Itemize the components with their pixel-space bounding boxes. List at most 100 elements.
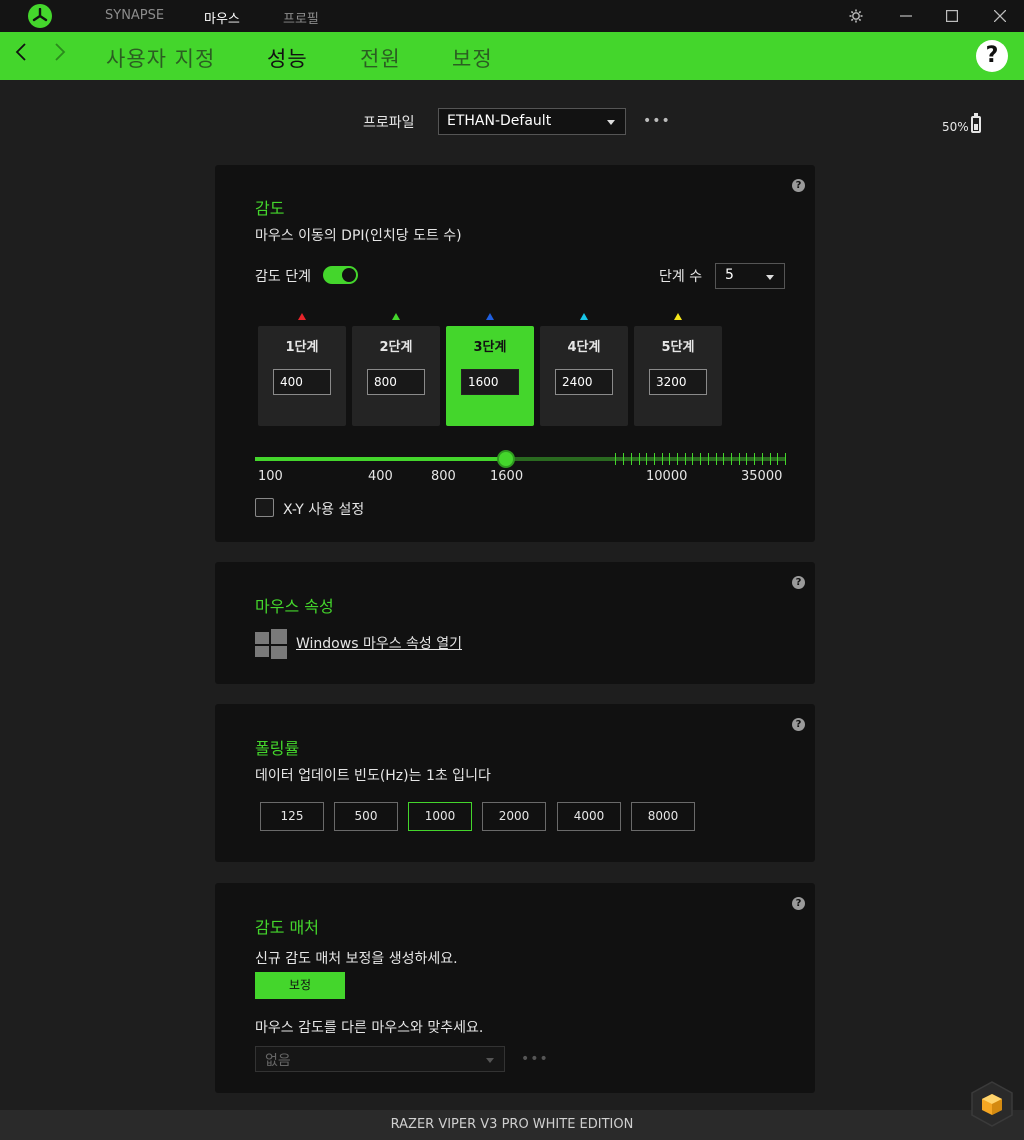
sensitivity-stages-label: 감도 단계 <box>255 269 311 285</box>
sensitivity-card: ? 감도 마우스 이동의 DPI(인치당 도트 수) 감도 단계 단계 수 5 … <box>215 165 815 542</box>
slider-tick <box>754 453 756 465</box>
windows-mouse-properties-link[interactable]: Windows 마우스 속성 열기 <box>296 633 462 653</box>
polling-option-2000[interactable]: 2000 <box>482 802 546 831</box>
slider-label-1600: 1600 <box>490 469 524 484</box>
slider-label-35000: 35000 <box>741 469 783 484</box>
stage-5-dpi-input[interactable]: 3200 <box>649 369 707 395</box>
match-mouse-value: 없음 <box>265 1053 291 1069</box>
stage-1-label: 1단계 <box>285 340 319 355</box>
stage-count-dropdown[interactable]: 5 <box>715 263 785 289</box>
forward-arrow-icon[interactable] <box>50 42 70 69</box>
stage-3-box[interactable]: 3단계 1600 <box>446 326 534 426</box>
chevron-down-icon <box>766 275 774 280</box>
slider-tick <box>661 453 663 465</box>
maximize-icon[interactable] <box>942 6 962 26</box>
device-name-bar: RAZER VIPER V3 PRO WHITE EDITION <box>0 1110 1024 1140</box>
slider-tick <box>638 453 640 465</box>
minimize-icon[interactable] <box>896 6 916 26</box>
slider-tick <box>761 453 763 465</box>
help-button[interactable]: ? <box>976 40 1008 72</box>
profile-more-button[interactable]: ••• <box>643 113 671 129</box>
stage-3-marker <box>486 313 494 320</box>
polling-option-125[interactable]: 125 <box>260 802 324 831</box>
stage-5-label: 5단계 <box>661 340 695 355</box>
chevron-down-icon <box>486 1058 494 1063</box>
slider-tick <box>653 453 655 465</box>
slider-tick <box>623 453 625 465</box>
top-tab-mouse[interactable]: 마우스 <box>204 8 240 27</box>
tab-performance[interactable]: 성능 <box>267 43 308 73</box>
sensitivity-help-icon[interactable]: ? <box>792 179 805 192</box>
settings-gear-icon[interactable] <box>846 6 866 26</box>
polling-option-8000[interactable]: 8000 <box>631 802 695 831</box>
slider-tick <box>615 453 617 465</box>
slider-label-800: 800 <box>431 469 456 484</box>
xy-checkbox-label: X-Y 사용 설정 <box>283 502 365 518</box>
stage-4-box[interactable]: 4단계 2400 <box>540 326 628 426</box>
polling-rate-card: ? 폴링률 데이터 업데이트 빈도(Hz)는 1초 입니다 125 500 10… <box>215 704 815 862</box>
slider-tick <box>707 453 709 465</box>
top-tab-synapse[interactable]: SYNAPSE <box>105 8 164 23</box>
slider-tick <box>777 453 779 465</box>
stage-2-box[interactable]: 2단계 800 <box>352 326 440 426</box>
slider-tick <box>700 453 702 465</box>
dpi-slider-fill <box>255 457 506 461</box>
battery-percent: 50% <box>942 120 969 134</box>
polling-subtitle: 데이터 업데이트 빈도(Hz)는 1초 입니다 <box>255 768 491 784</box>
tab-calibration[interactable]: 보정 <box>452 43 493 73</box>
stage-4-label: 4단계 <box>567 340 601 355</box>
polling-option-1000[interactable]: 1000 <box>408 802 472 831</box>
mouse-properties-card: ? 마우스 속성 Windows 마우스 속성 열기 <box>215 562 815 684</box>
slider-tick <box>715 453 717 465</box>
stage-5-box[interactable]: 5단계 3200 <box>634 326 722 426</box>
mouse-properties-title: 마우스 속성 <box>255 597 334 616</box>
stage-1-box[interactable]: 1단계 400 <box>258 326 346 426</box>
slider-tick <box>684 453 686 465</box>
stage-3-dpi-input[interactable]: 1600 <box>461 369 519 395</box>
stage-count-value: 5 <box>725 267 734 283</box>
slider-tick <box>646 453 648 465</box>
razer-logo-icon[interactable] <box>28 4 52 28</box>
slider-tick <box>692 453 694 465</box>
slider-tick <box>785 453 786 465</box>
stage-count-label: 단계 수 <box>659 269 703 285</box>
stage-1-dpi-input[interactable]: 400 <box>273 369 331 395</box>
matcher-title: 감도 매처 <box>255 918 319 937</box>
close-icon[interactable] <box>990 6 1010 26</box>
slider-tick <box>738 453 740 465</box>
polling-option-500[interactable]: 500 <box>334 802 398 831</box>
calibrate-button[interactable]: 보정 <box>255 972 345 999</box>
section-nav-bar: 사용자 지정 성능 전원 보정 ? <box>0 32 1024 80</box>
title-bar: SYNAPSE 마우스 프로필 <box>0 0 1024 32</box>
stage-5-marker <box>674 313 682 320</box>
polling-help-icon[interactable]: ? <box>792 718 805 731</box>
stage-4-dpi-input[interactable]: 2400 <box>555 369 613 395</box>
slider-tick <box>677 453 679 465</box>
slider-tick <box>669 453 671 465</box>
matcher-more-button[interactable]: ••• <box>521 1051 549 1067</box>
back-arrow-icon[interactable] <box>11 42 31 69</box>
matcher-create-text: 신규 감도 매처 보정을 생성하세요. <box>255 951 458 967</box>
slider-tick <box>731 453 733 465</box>
sensitivity-stages-toggle[interactable] <box>323 266 358 284</box>
polling-option-4000[interactable]: 4000 <box>557 802 621 831</box>
slider-tick <box>723 453 725 465</box>
slider-label-400: 400 <box>368 469 393 484</box>
stage-2-label: 2단계 <box>379 340 413 355</box>
slider-tick <box>769 453 771 465</box>
profile-dropdown[interactable]: ETHAN-Default <box>438 108 626 135</box>
match-mouse-dropdown[interactable]: 없음 <box>255 1046 505 1072</box>
xy-checkbox[interactable] <box>255 498 274 517</box>
tab-power[interactable]: 전원 <box>360 43 401 73</box>
stage-2-dpi-input[interactable]: 800 <box>367 369 425 395</box>
top-tab-profile[interactable]: 프로필 <box>283 8 319 27</box>
mouse-properties-help-icon[interactable]: ? <box>792 576 805 589</box>
dpi-slider-track[interactable] <box>255 450 786 468</box>
slider-tick <box>746 453 748 465</box>
slider-label-10000: 10000 <box>646 469 688 484</box>
chroma-cube-icon[interactable] <box>970 1080 1014 1128</box>
tab-customize[interactable]: 사용자 지정 <box>106 43 215 73</box>
stage-3-label: 3단계 <box>473 340 507 355</box>
dpi-slider-thumb[interactable] <box>496 450 515 468</box>
matcher-help-icon[interactable]: ? <box>792 897 805 910</box>
